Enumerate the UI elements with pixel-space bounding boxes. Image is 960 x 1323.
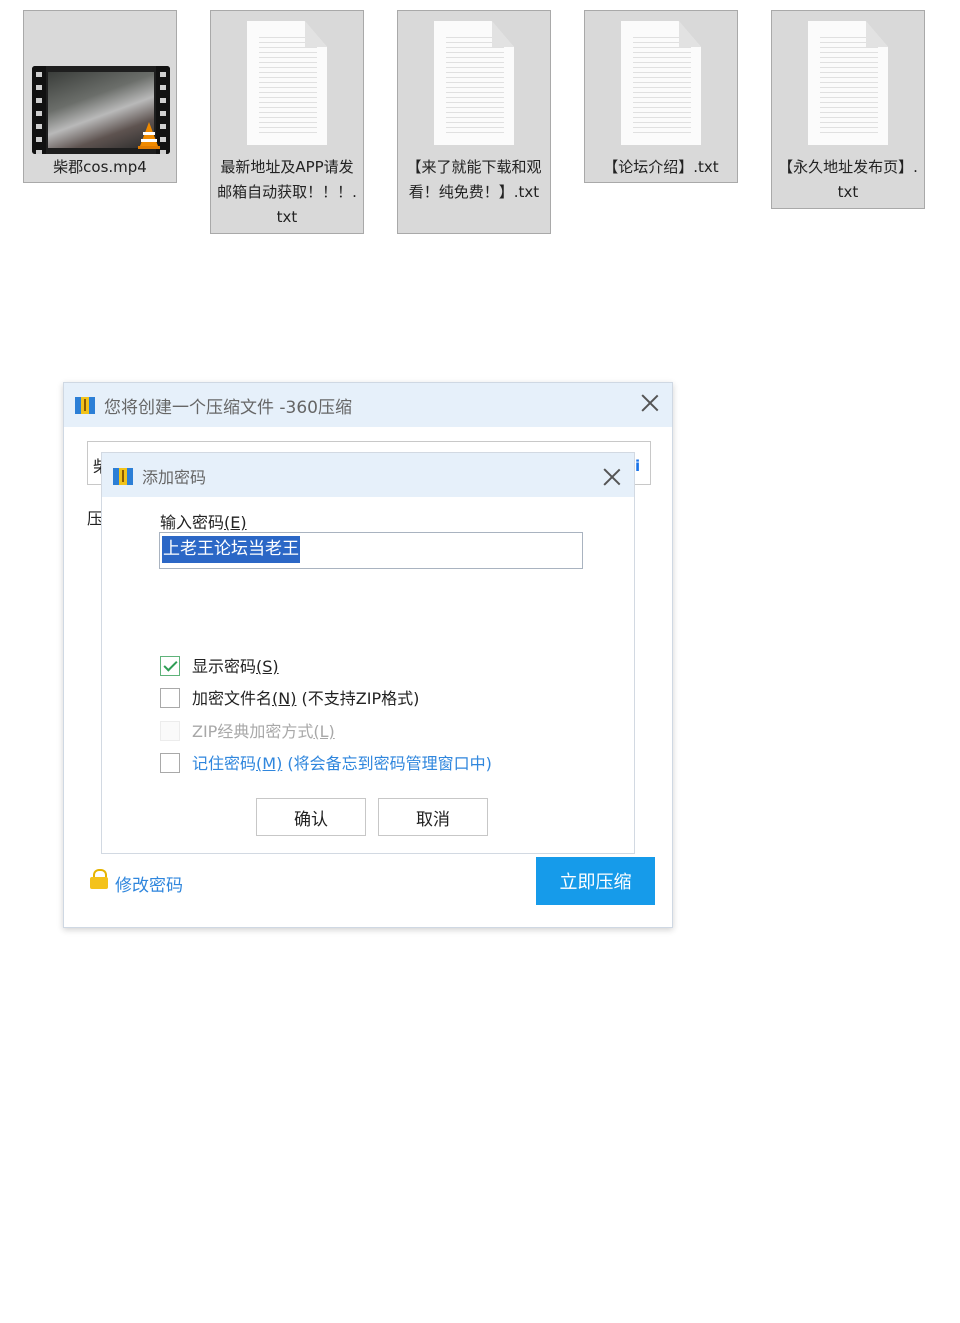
encrypt-filenames-checkbox[interactable] <box>160 688 180 708</box>
file-tile-text[interactable]: 最新地址及APP请发邮箱自动获取！！！.txt <box>210 10 364 234</box>
password-dialog-title: 添加密码 <box>142 468 207 487</box>
lock-icon <box>90 869 108 889</box>
text-file-icon <box>424 21 524 147</box>
dialog-title-bar: 您将创建一个压缩文件 -360压缩 <box>64 383 672 427</box>
file-name: 最新地址及APP请发邮箱自动获取！！！.txt <box>217 158 357 226</box>
option-label: ZIP经典加密方式(L) <box>192 722 335 741</box>
file-tile-text[interactable]: 【来了就能下载和观看！纯免费！】.txt <box>397 10 551 234</box>
show-password-checkbox[interactable] <box>160 656 180 676</box>
info-icon[interactable]: i <box>635 457 640 475</box>
text-file-icon <box>611 21 711 147</box>
compress-now-button[interactable]: 立即压缩 <box>536 857 655 905</box>
text-file-icon <box>798 21 898 147</box>
close-icon[interactable] <box>641 394 659 412</box>
file-tile-text[interactable]: 【论坛介绍】.txt <box>584 10 738 183</box>
file-tile-text[interactable]: 【永久地址发布页】.txt <box>771 10 925 209</box>
file-name: 【永久地址发布页】.txt <box>778 158 918 201</box>
option-label: 显示密码(S) <box>192 657 279 676</box>
option-label: 记住密码(M) (将会备忘到密码管理窗口中) <box>192 754 492 773</box>
video-thumbnail <box>32 66 170 154</box>
vlc-cone-icon <box>138 122 160 149</box>
change-password-link[interactable]: 修改密码 <box>115 871 183 896</box>
file-name: 柴郡cos.mp4 <box>53 158 147 176</box>
file-name: 【来了就能下载和观看！纯免费！】.txt <box>406 158 542 201</box>
cancel-button[interactable]: 取消 <box>378 798 488 836</box>
file-tile-video[interactable]: 柴郡cos.mp4 <box>23 10 177 183</box>
password-value: 上老王论坛当老王 <box>162 536 300 563</box>
confirm-button[interactable]: 确认 <box>256 798 366 836</box>
remember-password-checkbox[interactable] <box>160 753 180 773</box>
360zip-app-icon <box>113 468 133 485</box>
close-icon[interactable] <box>603 468 621 486</box>
file-name: 【论坛介绍】.txt <box>603 158 719 176</box>
password-dialog-title-bar: 添加密码 <box>102 453 634 497</box>
password-input[interactable]: 上老王论坛当老王 <box>159 532 583 569</box>
text-file-icon <box>237 21 337 147</box>
add-password-dialog: 添加密码 输入密码(E) 上老王论坛当老王 显示密码(S) 加密文件名(N) (… <box>101 452 635 854</box>
option-label: 加密文件名(N) (不支持ZIP格式) <box>192 689 420 708</box>
password-input-label: 输入密码(E) <box>160 513 247 532</box>
zip-classic-checkbox <box>160 721 180 741</box>
360zip-app-icon <box>75 397 95 414</box>
dialog-title: 您将创建一个压缩文件 -360压缩 <box>104 398 352 418</box>
